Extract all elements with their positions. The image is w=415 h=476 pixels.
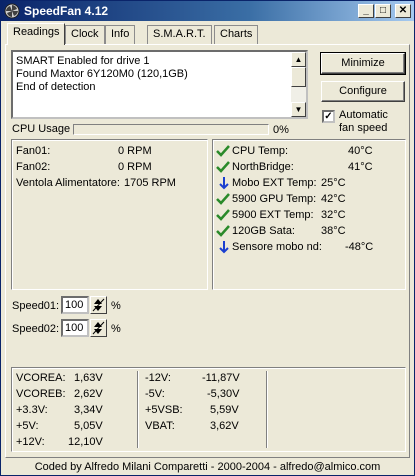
spin-arrows-icon (92, 298, 105, 312)
log-line: SMART Enabled for drive 1 (16, 55, 150, 67)
temp-value: 38°C (321, 225, 346, 237)
voltage-name: -12V: (145, 372, 171, 384)
voltage-name: VCOREB: (16, 388, 66, 400)
speedfan-window: SpeedFan 4.12 _ □ ✕ Readings Clock Info … (0, 0, 415, 476)
voltage-name: VCOREA: (16, 372, 66, 384)
voltage-value: 3,34V (74, 404, 103, 416)
fan-icon (4, 3, 20, 19)
temp-value: 40°C (348, 145, 373, 157)
voltage-value: 12,10V (68, 436, 103, 448)
minimize-button[interactable]: Minimize (320, 52, 406, 75)
fan-name: Ventola Alimentatore: (16, 177, 120, 189)
check-icon (216, 225, 230, 237)
voltage-divider (137, 371, 139, 448)
fan-value: 0 RPM (118, 161, 152, 173)
temps-panel: CPU Temp: 40°C NorthBridge: 41°C Mobo EX… (212, 139, 406, 290)
voltage-name: +5VSB: (145, 404, 183, 416)
voltage-value: -11,87V (202, 372, 240, 384)
scroll-down-icon[interactable]: ▼ (291, 102, 306, 117)
speed02-input[interactable]: 100 (61, 319, 89, 337)
voltage-name: +12V: (16, 436, 45, 448)
voltage-name: -5V: (145, 388, 165, 400)
title-bar[interactable]: SpeedFan 4.12 _ □ ✕ (1, 1, 414, 21)
log-scrollbar[interactable]: ▲ ▼ (291, 52, 306, 117)
temp-value: -48°C (345, 241, 374, 253)
speed02-stepper[interactable] (90, 319, 107, 337)
check-icon (216, 209, 230, 221)
voltage-divider (266, 371, 268, 448)
tab-info[interactable]: Info (105, 25, 136, 44)
arrow-down-icon (219, 241, 229, 254)
spin-arrows-icon (92, 321, 105, 335)
check-icon (216, 193, 230, 205)
temp-name: 120GB Sata: (232, 225, 295, 237)
footer-credits: Coded by Alfredo Milani Comparetti - 200… (34, 461, 381, 473)
cpu-usage-bar (73, 124, 269, 135)
scroll-thumb[interactable] (291, 67, 306, 87)
log-line: Found Maxtor 6Y120M0 (120,1GB) (16, 68, 188, 80)
cpu-usage-label: CPU Usage (12, 123, 71, 135)
temp-name: Sensore mobo nd: (232, 241, 322, 253)
check-icon (216, 161, 230, 173)
voltage-value: 5,05V (74, 420, 103, 432)
detection-log[interactable]: SMART Enabled for drive 1 Found Maxtor 6… (11, 50, 308, 119)
voltages-panel: VCOREA: 1,63V VCOREB: 2,62V +3.3V: 3,34V… (11, 367, 406, 452)
temp-value: 41°C (348, 161, 373, 173)
arrow-down-icon (219, 177, 229, 190)
scroll-up-icon[interactable]: ▲ (291, 52, 306, 67)
tab-charts[interactable]: Charts (214, 25, 259, 44)
fan-name: Fan01: (16, 145, 51, 157)
restore-window-button[interactable]: □ (375, 4, 391, 18)
temp-value: 42°C (321, 193, 346, 205)
fan-value: 0 RPM (118, 145, 152, 157)
voltage-value: 5,59V (210, 404, 239, 416)
log-line: End of detection (16, 81, 96, 93)
speed02-label: Speed02: (12, 323, 60, 335)
automatic-fan-speed-label[interactable]: Automatic fan speed (339, 109, 388, 135)
fan-name: Fan02: (16, 161, 51, 173)
automatic-fan-speed-checkbox[interactable]: ✓ (322, 110, 335, 123)
temp-name: 5900 GPU Temp: (232, 193, 317, 205)
speed01-unit: % (111, 300, 121, 312)
cpu-usage-percent: 0% (273, 124, 289, 136)
minimize-window-button[interactable]: _ (358, 4, 374, 18)
speed02-unit: % (111, 323, 121, 335)
auto-fan-label-line2: fan speed (339, 122, 388, 134)
temp-name: CPU Temp: (232, 145, 289, 157)
speed01-stepper[interactable] (90, 296, 107, 314)
temp-name: 5900 EXT Temp: (232, 209, 314, 221)
tab-clock[interactable]: Clock (65, 25, 105, 44)
temp-name: NorthBridge: (232, 161, 294, 173)
voltage-value: 3,62V (210, 420, 239, 432)
fan-value: 1705 RPM (124, 177, 176, 189)
speed01-label: Speed01: (12, 300, 60, 312)
temp-name: Mobo EXT Temp: (232, 177, 317, 189)
temp-value: 25°C (321, 177, 346, 189)
fans-panel: Fan01: 0 RPM Fan02: 0 RPM Ventola Alimen… (11, 139, 208, 290)
voltage-value: 1,63V (74, 372, 103, 384)
check-icon (216, 145, 230, 157)
close-window-button[interactable]: ✕ (395, 4, 411, 18)
tab-readings[interactable]: Readings (7, 23, 66, 45)
voltage-name: +5V: (16, 420, 39, 432)
auto-fan-label-line1: Automatic (339, 109, 388, 121)
voltage-value: -5,30V (207, 388, 240, 400)
voltage-name: +3.3V: (16, 404, 48, 416)
speed01-input[interactable]: 100 (61, 296, 89, 314)
tab-smart[interactable]: S.M.A.R.T. (147, 25, 212, 44)
voltage-name: VBAT: (145, 420, 175, 432)
configure-button[interactable]: Configure (321, 81, 405, 102)
temp-value: 32°C (321, 209, 346, 221)
voltage-value: 2,62V (74, 388, 103, 400)
window-title: SpeedFan 4.12 (24, 4, 109, 18)
